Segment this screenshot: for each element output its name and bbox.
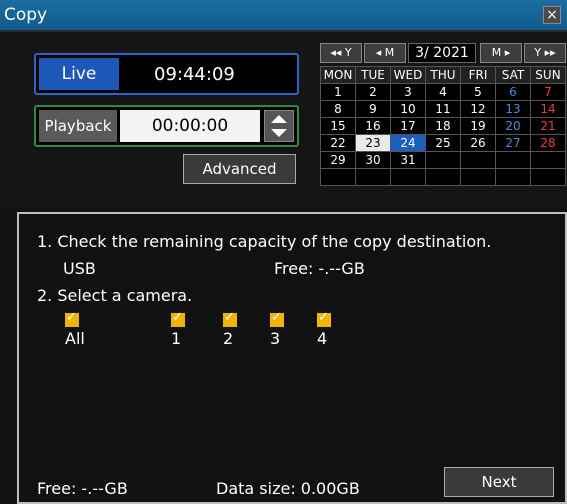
calendar-day[interactable]: 21 — [530, 117, 566, 135]
checkbox-icon[interactable] — [223, 310, 237, 327]
weekday-header: SAT — [495, 66, 531, 84]
calendar-empty-cell — [460, 151, 496, 169]
calendar-week: 22 23 24 25 26 27 28 — [320, 134, 566, 152]
live-box: Live 09:44:09 — [34, 53, 299, 95]
destination-free: Free: -.--GB — [274, 259, 365, 278]
calendar-week: 15 16 17 18 19 20 21 — [320, 117, 566, 135]
data-size: Data size: 0.00GB — [216, 479, 360, 498]
calendar-day[interactable]: 22 — [320, 134, 356, 152]
calendar-day[interactable]: 23 — [355, 134, 391, 152]
calendar-day[interactable]: 5 — [460, 83, 496, 101]
calendar-empty-cell — [320, 168, 356, 186]
calendar-day[interactable]: 1 — [320, 83, 356, 101]
calendar: ◂◂ Y ◂ M 3/ 2021 M ▸ Y ▸▸ MON TUE WED THU FR… — [320, 42, 566, 206]
calendar-day[interactable]: 6 — [495, 83, 531, 101]
prev-year-button[interactable]: ◂◂ Y — [320, 43, 362, 63]
calendar-day[interactable]: 31 — [390, 151, 426, 169]
calendar-empty-cell — [495, 168, 531, 186]
playback-time-field[interactable]: 00:00:00 — [120, 110, 260, 142]
time-stepper[interactable] — [264, 110, 294, 142]
calendar-day[interactable]: 11 — [425, 100, 461, 118]
weekday-header: THU — [425, 66, 461, 84]
calendar-day[interactable]: 8 — [320, 100, 356, 118]
calendar-empty-cell — [495, 151, 531, 169]
calendar-empty-cell — [530, 151, 566, 169]
calendar-day[interactable]: 20 — [495, 117, 531, 135]
prev-month-button[interactable]: ◂ M — [364, 43, 406, 63]
calendar-empty-cell — [460, 168, 496, 186]
advanced-button[interactable]: Advanced — [183, 154, 296, 184]
camera-checkbox-all[interactable]: All — [65, 310, 85, 348]
calendar-day[interactable]: 3 — [390, 83, 426, 101]
calendar-day[interactable]: 19 — [460, 117, 496, 135]
time-selection-area: Live 09:44:09 Playback 00:00:00 Advanced… — [0, 30, 567, 208]
next-year-button[interactable]: Y ▸▸ — [524, 43, 566, 63]
camera-checkbox-1[interactable]: 1 — [171, 310, 187, 348]
weekday-header: SUN — [530, 66, 566, 84]
copy-options-panel: 1. Check the remaining capacity of the c… — [17, 212, 567, 504]
title-bar: Copy × — [0, 0, 567, 30]
playback-label: Playback — [39, 110, 117, 142]
calendar-grid: MON TUE WED THU FRI SAT SUN 1 2 3 4 5 6 7 8 9 10 11 12 13 1… — [320, 66, 566, 186]
window-title: Copy — [4, 5, 48, 25]
calendar-empty-cell — [530, 168, 566, 186]
step2-text: 2. Select a camera. — [37, 286, 193, 305]
checkbox-icon[interactable] — [317, 310, 331, 327]
camera-checkbox-3[interactable]: 3 — [270, 310, 286, 348]
calendar-week: 29 30 31 — [320, 151, 566, 169]
calendar-day[interactable]: 2 — [355, 83, 391, 101]
calendar-day[interactable]: 4 — [425, 83, 461, 101]
up-arrow-icon[interactable] — [271, 115, 287, 123]
calendar-day[interactable]: 24 — [390, 134, 426, 152]
down-arrow-icon[interactable] — [271, 129, 287, 137]
calendar-empty-cell — [425, 151, 461, 169]
weekday-header: WED — [390, 66, 426, 84]
camera-checkbox-2[interactable]: 2 — [223, 310, 239, 348]
weekday-header: TUE — [355, 66, 391, 84]
calendar-day[interactable]: 25 — [425, 134, 461, 152]
playback-box: Playback 00:00:00 — [34, 105, 299, 147]
free-capacity: Free: -.--GB — [37, 479, 128, 498]
checkbox-icon[interactable] — [65, 310, 79, 327]
calendar-day[interactable]: 30 — [355, 151, 391, 169]
camera-checkbox-4[interactable]: 4 — [317, 310, 333, 348]
calendar-day[interactable]: 16 — [355, 117, 391, 135]
calendar-empty-cell — [425, 168, 461, 186]
destination-label: USB — [63, 259, 96, 278]
live-button[interactable]: Live — [39, 58, 119, 90]
live-time: 09:44:09 — [154, 64, 235, 85]
calendar-day[interactable]: 14 — [530, 100, 566, 118]
calendar-day[interactable]: 18 — [425, 117, 461, 135]
copy-window: Copy × Live 09:44:09 Playback 00:00:00 A… — [0, 0, 567, 504]
calendar-day[interactable]: 17 — [390, 117, 426, 135]
weekday-header: MON — [320, 66, 356, 84]
calendar-week: 1234567 — [320, 83, 566, 101]
calendar-day[interactable]: 12 — [460, 100, 496, 118]
month-year-display: 3/ 2021 — [408, 43, 476, 63]
calendar-empty-cell — [355, 168, 391, 186]
step1-text: 1. Check the remaining capacity of the c… — [37, 232, 492, 251]
calendar-day[interactable]: 13 — [495, 100, 531, 118]
close-icon[interactable]: × — [543, 6, 561, 24]
calendar-week — [320, 168, 566, 186]
weekday-header: FRI — [460, 66, 496, 84]
next-button[interactable]: Next — [444, 467, 554, 497]
calendar-day[interactable]: 15 — [320, 117, 356, 135]
calendar-day[interactable]: 28 — [530, 134, 566, 152]
calendar-empty-cell — [390, 168, 426, 186]
next-month-button[interactable]: M ▸ — [480, 43, 522, 63]
checkbox-icon[interactable] — [171, 310, 185, 327]
calendar-day[interactable]: 26 — [460, 134, 496, 152]
checkbox-icon[interactable] — [270, 310, 284, 327]
calendar-day[interactable]: 27 — [495, 134, 531, 152]
calendar-week: 8 9 10 11 12 13 14 — [320, 100, 566, 118]
calendar-day[interactable]: 9 — [355, 100, 391, 118]
calendar-day[interactable]: 29 — [320, 151, 356, 169]
calendar-day[interactable]: 10 — [390, 100, 426, 118]
calendar-day[interactable]: 7 — [530, 83, 566, 101]
